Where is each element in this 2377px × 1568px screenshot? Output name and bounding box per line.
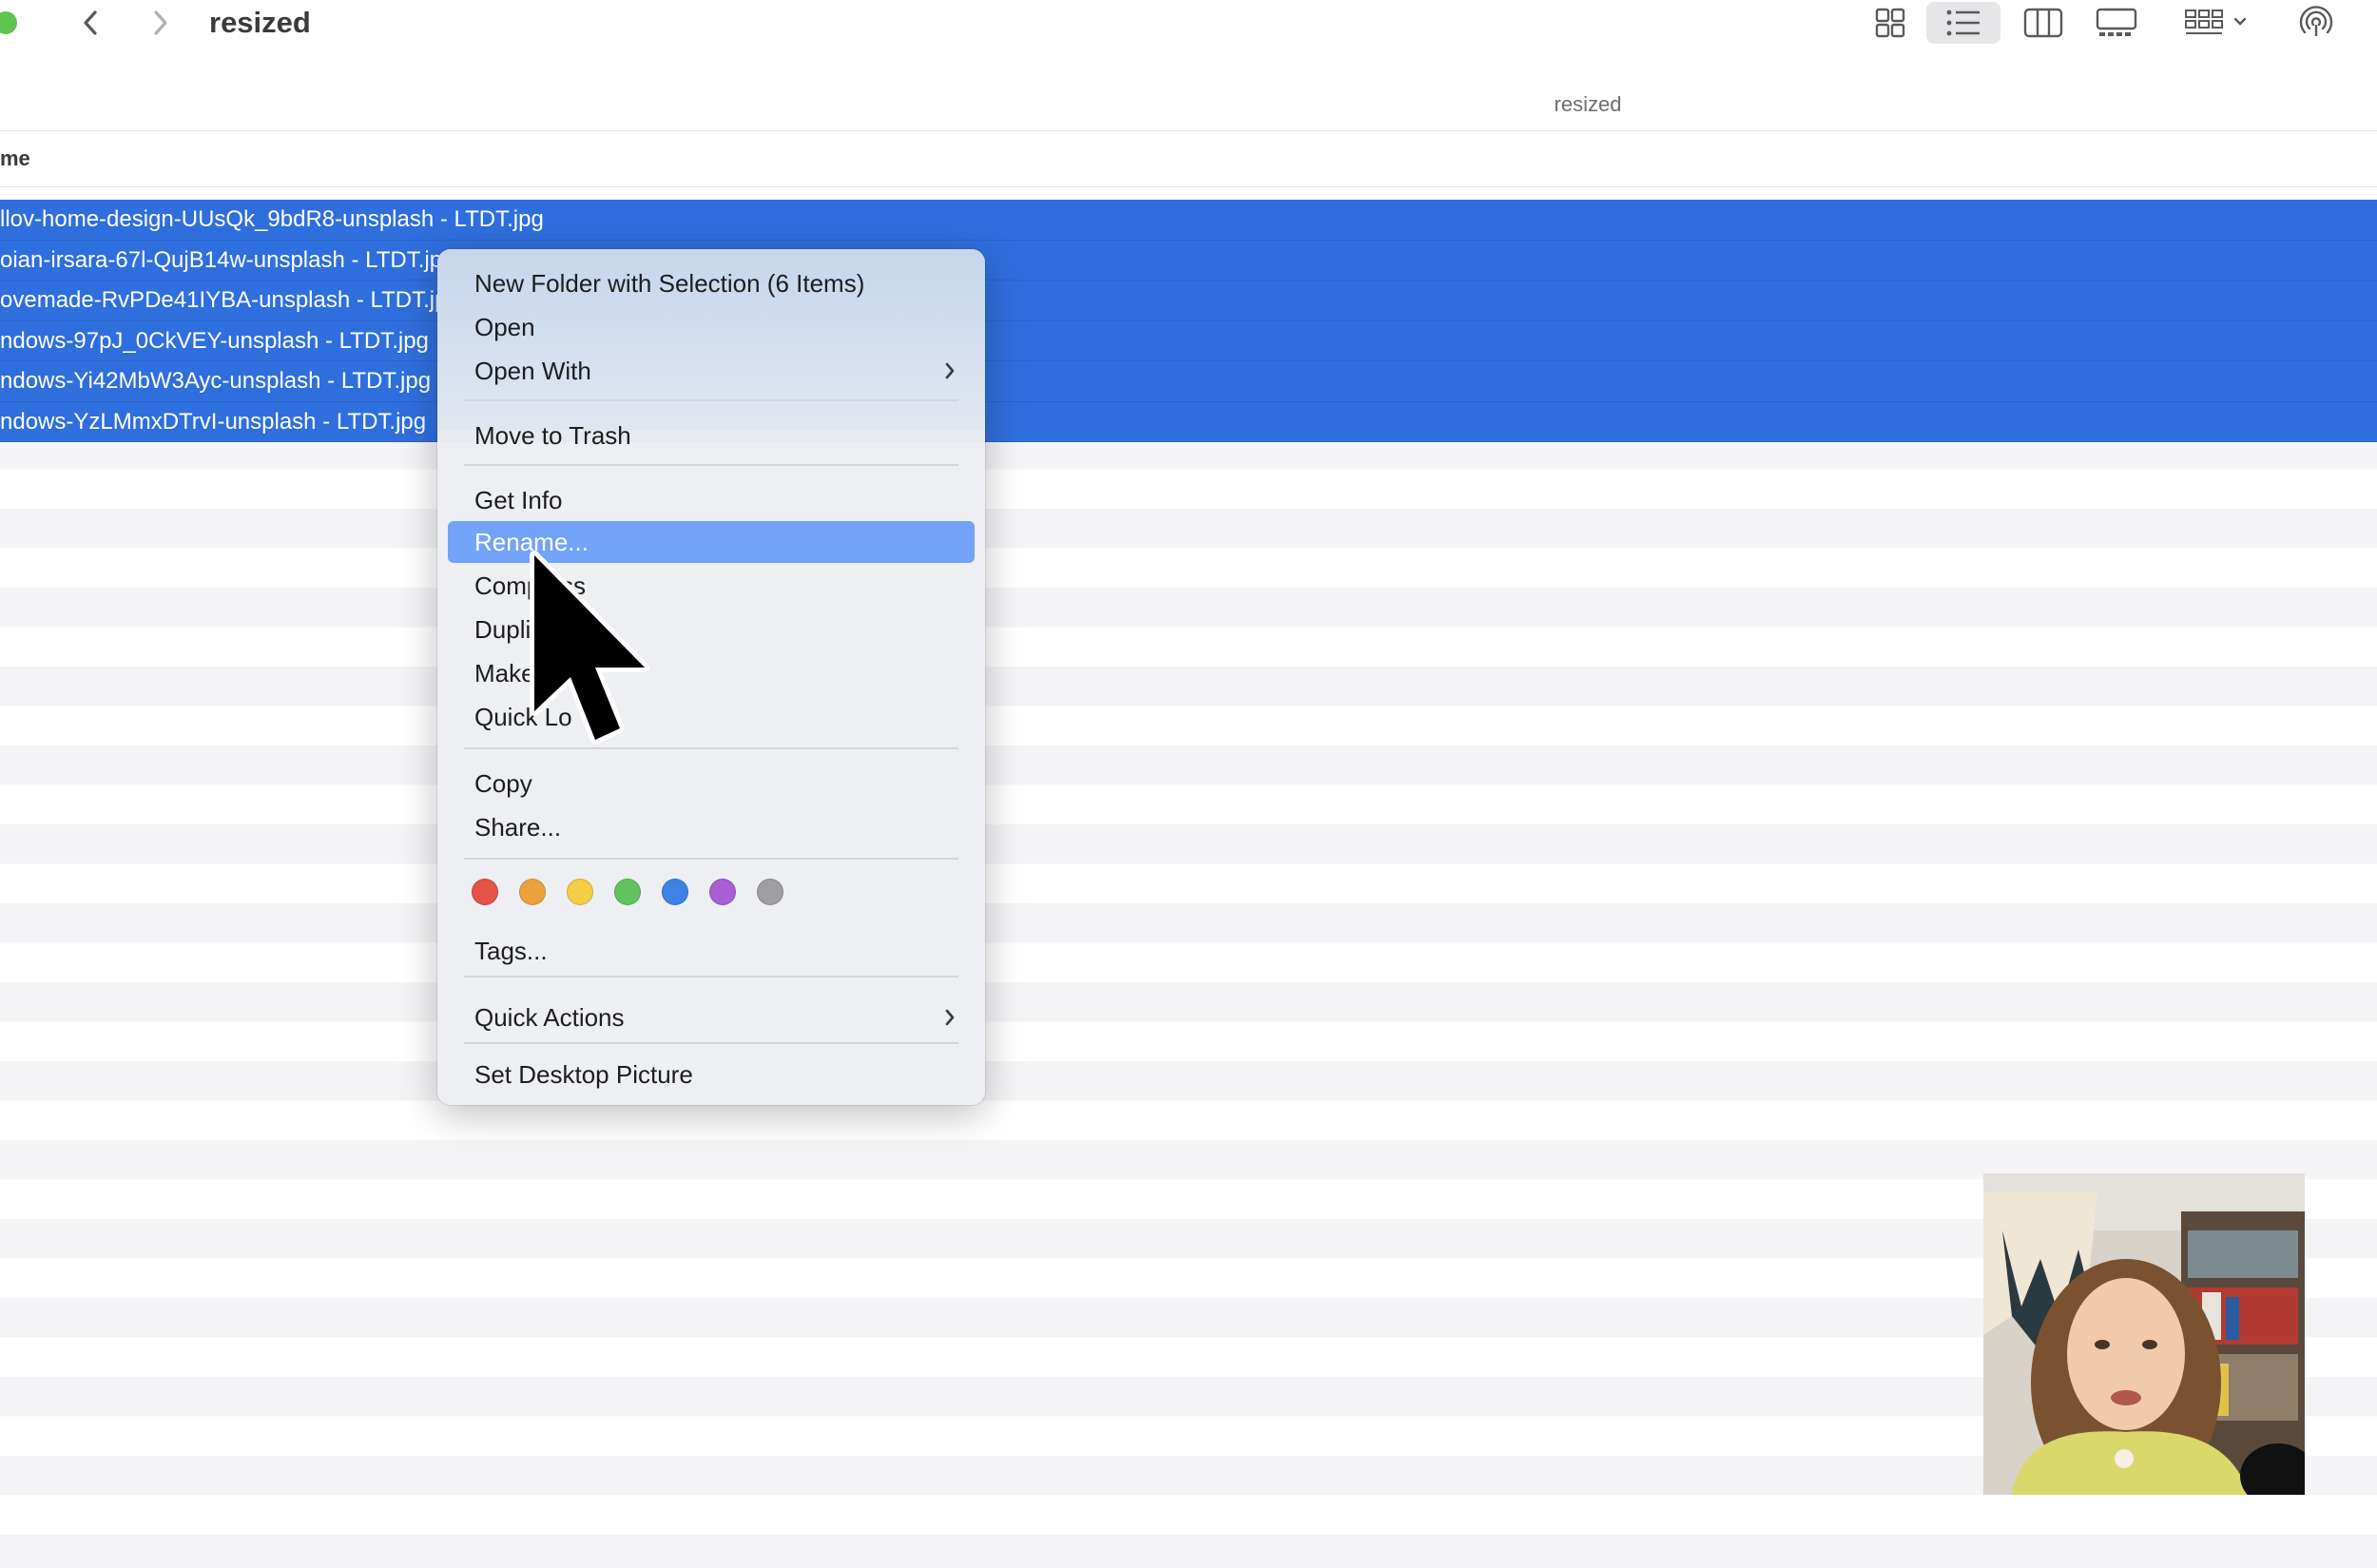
airdrop-icon	[2299, 6, 2333, 36]
menu-item-share[interactable]: Share...	[448, 806, 975, 848]
menu-separator	[464, 858, 958, 860]
menu-separator	[464, 399, 958, 401]
tag-color-dot[interactable]	[472, 879, 498, 905]
file-name: ndows-97pJ_0CkVEY-unsplash - LTDT.jpg	[0, 327, 429, 354]
menu-item-tags[interactable]: Tags...	[448, 930, 975, 972]
list-view-button[interactable]	[1926, 2, 2000, 44]
group-by-button[interactable]	[2181, 2, 2253, 44]
file-name: oian-irsara-67l-QujB14w-unsplash - LTDT.…	[0, 246, 455, 273]
file-row[interactable]: ovemade-RvPDe41IYBA-unsplash - LTDT.jpg	[0, 281, 2377, 321]
icon-view-button[interactable]	[1869, 2, 1911, 44]
presenter-video-image	[1983, 1173, 2305, 1495]
file-name: ovemade-RvPDe41IYBA-unsplash - LTDT.jpg	[0, 287, 460, 313]
menu-separator	[464, 464, 958, 466]
menu-item-new-folder[interactable]: New Folder with Selection (6 Items)	[448, 262, 975, 304]
file-row[interactable]: ndows-YzLMmxDTrvI-unsplash - LTDT.jpg	[0, 401, 2377, 442]
menu-item-open-with[interactable]: Open With	[448, 350, 975, 392]
back-button[interactable]	[72, 6, 110, 40]
menu-item-rename[interactable]: Rename...	[448, 521, 975, 563]
column-view-button[interactable]	[2019, 2, 2067, 44]
menu-item-duplicate[interactable]: Dupli	[448, 609, 975, 650]
chevron-left-icon	[84, 10, 97, 35]
file-name: ndows-YzLMmxDTrvI-unsplash - LTDT.jpg	[0, 408, 427, 435]
zoom-window-button[interactable]	[0, 11, 17, 34]
tag-color-dot[interactable]	[709, 879, 736, 905]
file-row[interactable]: ndows-Yi42MbW3Ayc-unsplash - LTDT.jpg	[0, 361, 2377, 402]
menu-item-move-to-trash[interactable]: Move to Trash	[448, 415, 975, 456]
chevron-right-icon	[942, 350, 957, 404]
menu-item-open[interactable]: Open	[448, 306, 975, 348]
file-list: llov-home-design-UUsQk_9bdR8-unsplash - …	[0, 200, 2377, 442]
finder-toolbar: resized	[0, 0, 2377, 46]
tag-color-dot[interactable]	[567, 879, 593, 905]
menu-separator	[464, 976, 958, 978]
name-column-header[interactable]: me	[0, 131, 30, 186]
column-header: me	[0, 130, 2377, 187]
menu-item-copy[interactable]: Copy	[448, 763, 975, 804]
menu-item-get-info[interactable]: Get Info	[448, 479, 975, 521]
gallery-view-icon	[2096, 8, 2137, 36]
gallery-view-button[interactable]	[2092, 2, 2141, 44]
tag-color-dot[interactable]	[519, 879, 546, 905]
tag-color-dot[interactable]	[662, 879, 688, 905]
group-icon	[2185, 10, 2247, 34]
path-bar: resized	[0, 80, 2377, 129]
menu-item-make-alias[interactable]: Make	[448, 652, 975, 694]
menu-item-compress[interactable]: Comp ss	[448, 565, 975, 607]
file-row[interactable]: llov-home-design-UUsQk_9bdR8-unsplash - …	[0, 200, 2377, 241]
menu-item-set-desktop-picture[interactable]: Set Desktop Picture	[448, 1054, 975, 1095]
tag-color-dot[interactable]	[614, 879, 641, 905]
file-row[interactable]: oian-irsara-67l-QujB14w-unsplash - LTDT.…	[0, 240, 2377, 281]
webcam-overlay	[1983, 1173, 2305, 1495]
mouse-cursor-icon	[529, 550, 652, 764]
chevron-right-icon	[154, 10, 167, 35]
window-title: resized	[209, 6, 311, 39]
file-name: llov-home-design-UUsQk_9bdR8-unsplash - …	[0, 206, 544, 232]
file-row[interactable]: ndows-97pJ_0CkVEY-unsplash - LTDT.jpg	[0, 320, 2377, 361]
menu-item-quick-look[interactable]: Quick Lo	[448, 696, 975, 738]
icon-view-icon	[1875, 8, 1905, 38]
airdrop-button[interactable]	[2295, 2, 2337, 44]
file-name: ndows-Yi42MbW3Ayc-unsplash - LTDT.jpg	[0, 368, 432, 394]
path-label: resized	[1554, 92, 1622, 116]
forward-button[interactable]	[141, 6, 179, 40]
menu-item-quick-actions[interactable]: Quick Actions	[448, 997, 975, 1038]
context-menu: New Folder with Selection (6 Items) Open…	[437, 249, 985, 1105]
tag-color-dot[interactable]	[757, 879, 783, 905]
column-view-icon	[2023, 8, 2063, 38]
list-view-icon	[1946, 10, 1980, 36]
menu-separator	[464, 1042, 958, 1044]
